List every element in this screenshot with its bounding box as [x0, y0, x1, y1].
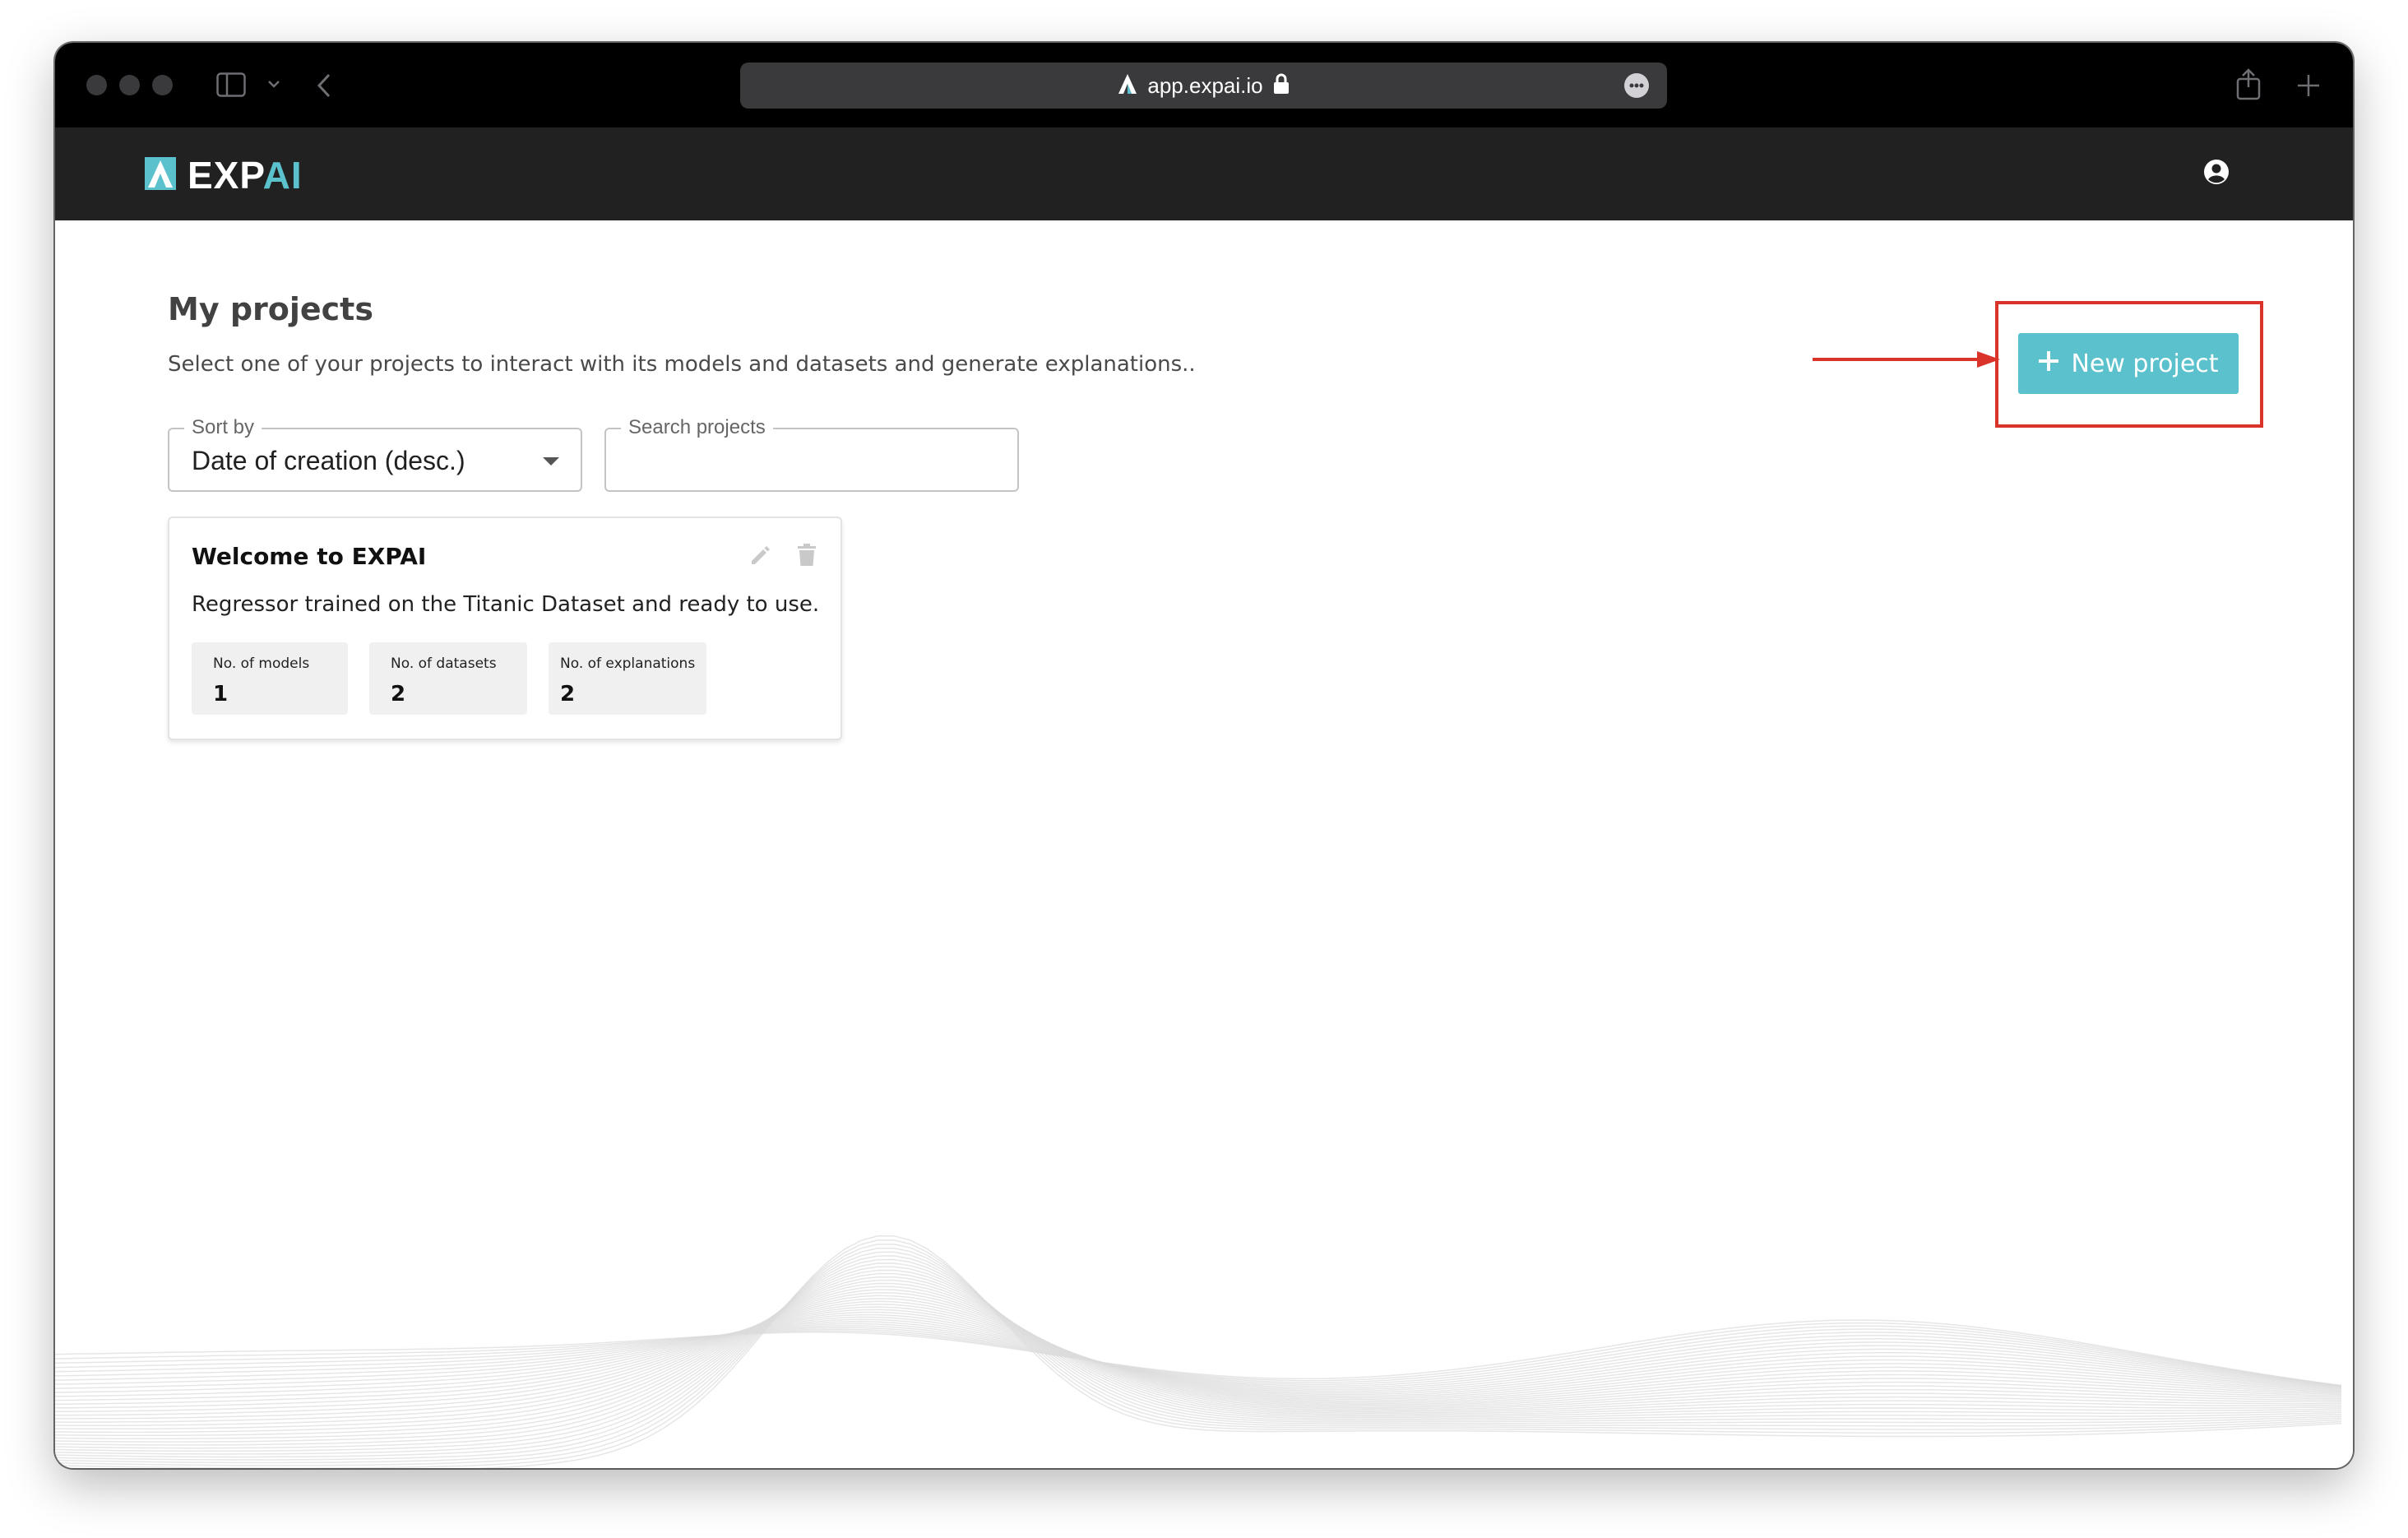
page-title: My projects [168, 291, 373, 327]
new-tab-icon[interactable] [2296, 73, 2321, 98]
wave-line [55, 1286, 2342, 1430]
project-stats: No. of models 1 No. of datasets 2 No. of… [192, 642, 706, 715]
plus-icon [2038, 350, 2059, 378]
search-projects-field[interactable]: Search projects [604, 416, 1019, 492]
stat-datasets: No. of datasets 2 [369, 642, 527, 715]
stat-value: 2 [560, 682, 576, 706]
logo-wordmark: EXPAI [188, 154, 303, 197]
account-circle-icon[interactable] [2203, 159, 2230, 188]
sort-by-select[interactable]: Sort by Date of creation (desc.) [168, 416, 582, 492]
delete-trash-icon[interactable] [796, 543, 817, 571]
logo-mark-icon [145, 157, 176, 193]
address-bar[interactable]: app.expai.io [740, 63, 1667, 109]
browser-window: app.expai.io EXPAI My projects Select on… [55, 43, 2353, 1468]
zoom-window-button[interactable] [152, 75, 173, 95]
search-projects-input[interactable] [618, 441, 1007, 480]
lock-icon [1273, 73, 1290, 98]
expai-logo[interactable]: EXPAI [145, 153, 303, 197]
new-project-label: New project [2071, 349, 2219, 378]
page-subtitle: Select one of your projects to interact … [168, 352, 1196, 377]
project-description: Regressor trained on the Titanic Dataset… [192, 592, 820, 617]
wave-line [55, 1235, 2342, 1468]
stat-label: No. of explanations [560, 656, 696, 672]
dropdown-arrow-icon [543, 457, 559, 466]
url-text: app.expai.io [1147, 72, 1263, 98]
callout-arrow [1813, 351, 2000, 368]
app-header: EXPAI [55, 127, 2353, 220]
stat-value: 1 [213, 682, 229, 706]
stat-explanations: No. of explanations 2 [549, 642, 706, 715]
decorative-waves [55, 1235, 2342, 1468]
stat-models: No. of models 1 [192, 642, 348, 715]
minimize-window-button[interactable] [119, 75, 140, 95]
more-options-icon[interactable] [1624, 73, 1649, 98]
project-title: Welcome to EXPAI [192, 543, 427, 570]
sort-by-label: Sort by [184, 416, 262, 439]
close-window-button[interactable] [86, 75, 107, 95]
new-project-button[interactable]: New project [2018, 333, 2239, 394]
search-projects-label: Search projects [621, 416, 773, 439]
stat-label: No. of datasets [391, 656, 497, 672]
sidebar-toggle-icon[interactable] [216, 72, 246, 97]
stat-label: No. of models [213, 656, 310, 672]
project-card[interactable]: Welcome to EXPAI Regressor trained on th… [168, 517, 842, 740]
browser-toolbar: app.expai.io [55, 43, 2353, 127]
share-icon[interactable] [2234, 67, 2262, 100]
stat-value: 2 [391, 682, 406, 706]
wave-line [55, 1272, 2342, 1443]
wave-line [55, 1282, 2342, 1434]
site-favicon-icon [1118, 73, 1137, 98]
edit-pencil-icon[interactable] [748, 543, 773, 571]
back-icon[interactable] [317, 73, 331, 98]
main-content: My projects Select one of your projects … [55, 220, 2353, 1468]
chevron-down-icon[interactable] [267, 80, 280, 90]
sort-by-value: Date of creation (desc.) [192, 446, 465, 475]
